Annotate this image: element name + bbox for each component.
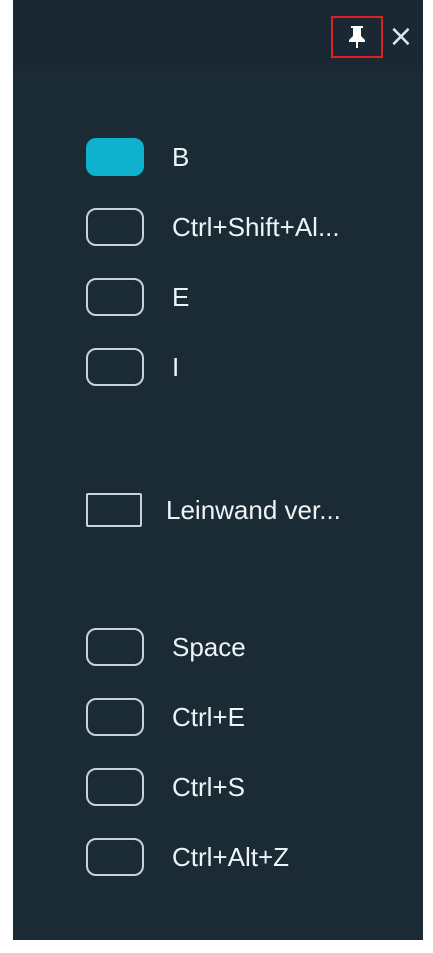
shortcut-label: Space xyxy=(172,631,246,662)
shortcut-label: Leinwand ver... xyxy=(166,494,341,525)
shortcut-key-box[interactable] xyxy=(86,138,144,176)
shortcut-item-space[interactable]: Space xyxy=(86,626,246,668)
shortcut-item-e[interactable]: E xyxy=(86,276,189,318)
close-icon: × xyxy=(388,19,414,54)
shortcut-key-box[interactable] xyxy=(86,348,144,386)
shortcut-key-box[interactable] xyxy=(86,628,144,666)
shortcut-item-ctrl-s[interactable]: Ctrl+S xyxy=(86,766,245,808)
pin-button[interactable] xyxy=(331,16,383,58)
shortcut-item-i[interactable]: I xyxy=(86,346,179,388)
shortcut-key-box[interactable] xyxy=(86,278,144,316)
shortcut-label: Ctrl+Shift+Al... xyxy=(172,211,340,242)
panel-header: × xyxy=(13,0,423,70)
shortcut-label: Ctrl+Alt+Z xyxy=(172,841,290,872)
pin-icon xyxy=(349,26,365,48)
close-button[interactable]: × xyxy=(388,20,414,54)
shortcut-key-box[interactable] xyxy=(86,208,144,246)
shortcut-item-ctrl-e[interactable]: Ctrl+E xyxy=(86,696,245,738)
shortcut-label: B xyxy=(172,141,190,172)
shortcut-label: Ctrl+E xyxy=(172,701,245,732)
shortcut-item-b[interactable]: B xyxy=(86,136,189,178)
shortcut-panel: × B Ctrl+Shift+Al... E I Leinwand ver...… xyxy=(13,0,423,940)
shortcut-key-box[interactable] xyxy=(86,838,144,876)
shortcut-key-box[interactable] xyxy=(86,698,144,736)
shortcut-label: Ctrl+S xyxy=(172,771,245,802)
shortcut-item-leinwand[interactable]: Leinwand ver... xyxy=(86,489,341,531)
shortcut-label: I xyxy=(172,351,180,382)
shortcut-item-ctrl-shift-alt[interactable]: Ctrl+Shift+Al... xyxy=(86,206,340,248)
shortcut-label: E xyxy=(172,281,190,312)
shortcut-key-box[interactable] xyxy=(86,493,142,527)
shortcut-item-ctrl-alt-z[interactable]: Ctrl+Alt+Z xyxy=(86,836,289,878)
shortcut-key-box[interactable] xyxy=(86,768,144,806)
